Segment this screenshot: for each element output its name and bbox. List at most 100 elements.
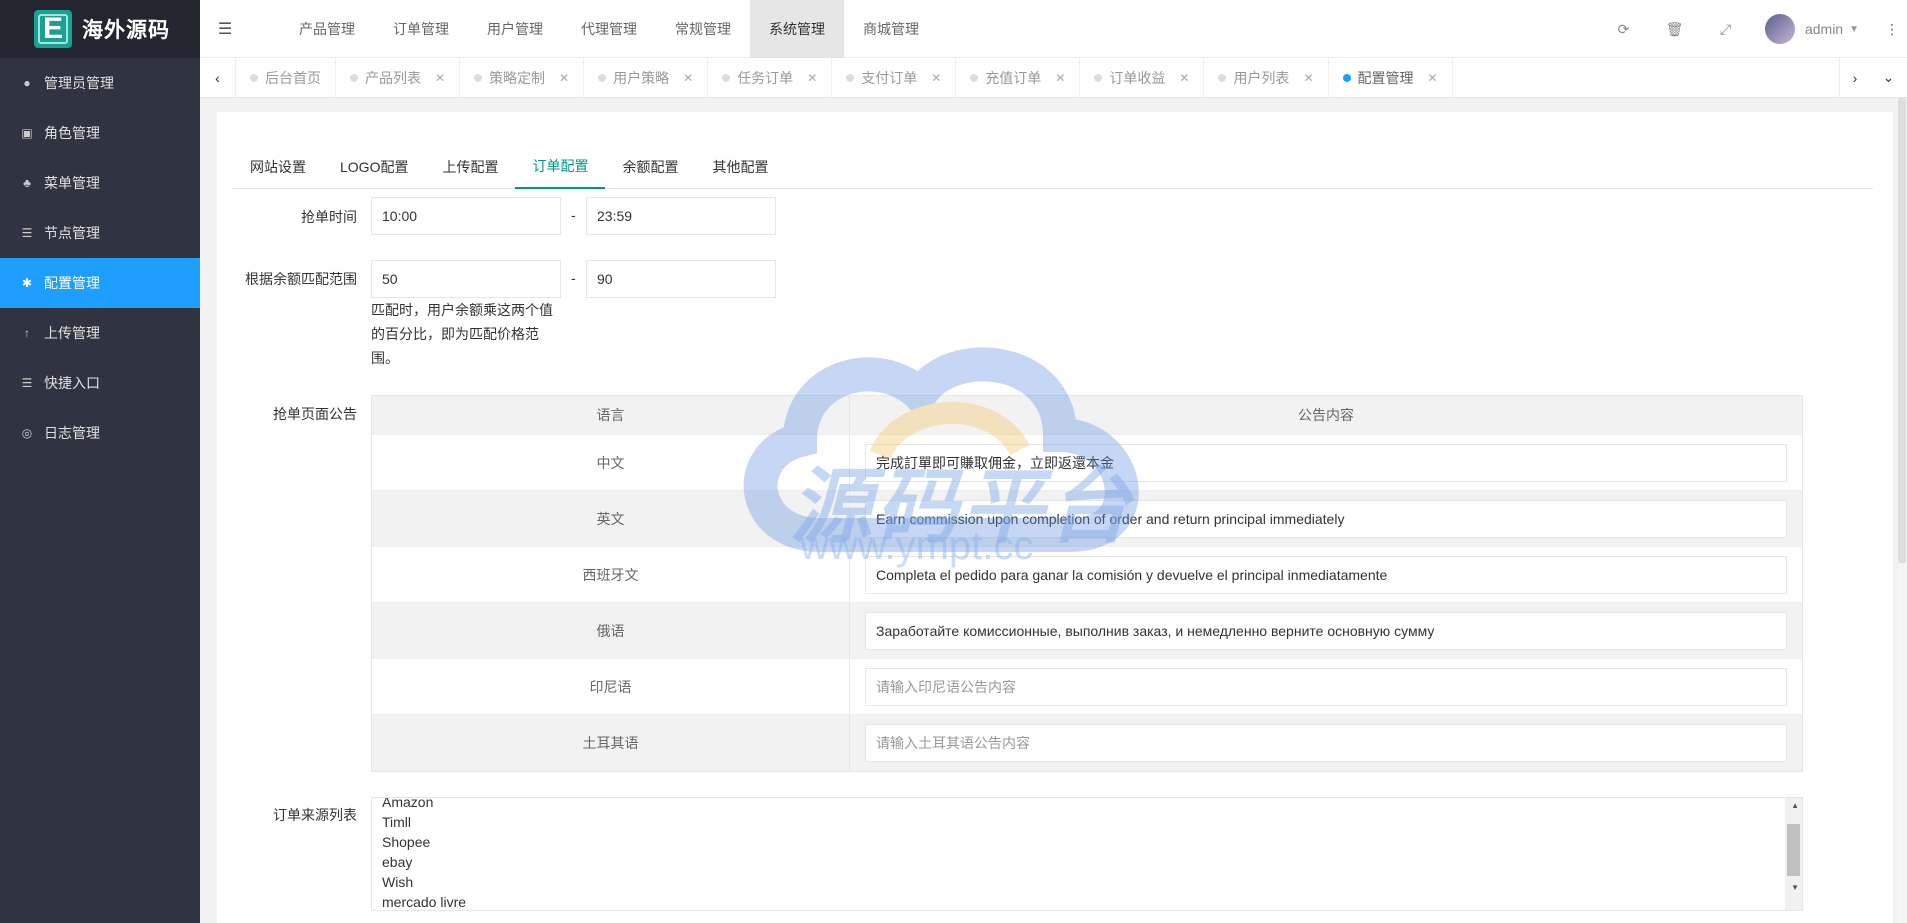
tab-status-dot (350, 73, 358, 82)
close-icon[interactable]: ✕ (559, 71, 569, 85)
grab-time-separator: - (571, 207, 576, 223)
tab-status-dot (1342, 73, 1351, 82)
sidebar-item-1[interactable]: ▣ 角色管理 (0, 108, 200, 158)
content-cell: 请输入土耳其语公告内容 (850, 715, 1802, 771)
page-tab[interactable]: 任务订单 ✕ (708, 57, 833, 98)
grab-time-end-input[interactable]: 23:59 (586, 197, 776, 235)
order-sources-label: 订单来源列表 (273, 807, 357, 823)
top-menu-item[interactable]: 商城管理 (844, 0, 938, 58)
config-tab[interactable]: 上传配置 (425, 144, 515, 189)
top-menu-item[interactable]: 代理管理 (562, 0, 656, 58)
textarea-scrollbar[interactable]: ▲ ▼ (1785, 798, 1802, 910)
order-source-line: ebay (382, 854, 413, 870)
list-icon: ☰ (21, 376, 33, 390)
balance-range-max-input[interactable]: 90 (586, 260, 776, 298)
page-tab[interactable]: 订单收益 ✕ (1080, 57, 1205, 98)
close-icon[interactable]: ✕ (683, 71, 693, 85)
tab-menu-chevron-icon[interactable]: ⌄ (1883, 69, 1895, 86)
balance-range-separator: - (571, 270, 576, 286)
config-tab[interactable]: 网站设置 (233, 144, 323, 189)
tab-status-dot (1218, 73, 1227, 82)
tab-label: 订单收益 (1109, 69, 1166, 86)
logo[interactable]: E 海外源码 (0, 0, 200, 58)
sidebar: E 海外源码 ● 管理员管理 ▣ 角色管理 ♣ 菜单管理 ☰ 节点管理 ✱ 配置管理 ↑ 上传管理 ☰ 快… (0, 0, 200, 923)
announcement-label: 抢单页面公告 (273, 406, 357, 422)
top-menu-item[interactable]: 产品管理 (280, 0, 374, 58)
page-tab[interactable]: 产品列表 ✕ (336, 57, 461, 98)
tab-scroll-right-icon[interactable]: › (1853, 70, 1858, 86)
user-icon: ● (23, 76, 31, 90)
top-menu: 产品管理 订单管理 用户管理 代理管理 常规管理 系统管理 商城管理 (280, 0, 938, 58)
user-name[interactable]: admin (1805, 21, 1843, 37)
close-icon[interactable]: ✕ (931, 71, 941, 85)
tab-label: 配置管理 (1357, 69, 1414, 86)
top-menu-item[interactable]: 系统管理 (750, 0, 844, 58)
close-icon[interactable]: ✕ (807, 71, 817, 85)
page-tab[interactable]: 配置管理 ✕ (1329, 57, 1453, 98)
config-tab[interactable]: 其他配置 (695, 144, 785, 189)
sidebar-item-4[interactable]: ✱ 配置管理 (0, 258, 200, 308)
sidebar-item-0[interactable]: ● 管理员管理 (0, 58, 200, 108)
config-tab[interactable]: 订单配置 (515, 144, 606, 189)
order-sources-lines: Amazon Timll Shopee ebay Wish mercado livre (382, 798, 466, 910)
more-icon[interactable]: ⋮ (1877, 21, 1907, 38)
close-icon[interactable]: ✕ (1179, 71, 1189, 85)
config-tab[interactable]: 余额配置 (605, 144, 695, 189)
announcement-input-empty[interactable]: 请输入土耳其语公告内容 (865, 724, 1787, 762)
sidebar-item-5[interactable]: ↑ 上传管理 (0, 308, 200, 358)
content-cell: Заработайте комиссионные, выполнив заказ… (850, 603, 1802, 658)
top-menu-item[interactable]: 用户管理 (468, 0, 562, 58)
sidebar-item-6[interactable]: ☰ 快捷入口 (0, 358, 200, 408)
refresh-icon[interactable]: ⟳ (1598, 0, 1649, 58)
tab-label: 充值订单 (985, 69, 1042, 86)
trash-icon[interactable]: 🗑 (1649, 0, 1700, 58)
balance-range-min-input[interactable]: 50 (371, 260, 561, 298)
announcement-input-empty[interactable]: 请输入印尼语公告内容 (865, 667, 1787, 706)
top-menu-item[interactable]: 订单管理 (374, 0, 468, 58)
page-tab[interactable]: 后台首页 (236, 57, 336, 98)
sidebar-item-7[interactable]: ◎ 日志管理 (0, 408, 200, 458)
page-tabs: 后台首页 产品列表 ✕ 策略定制 ✕ 用户策略 ✕ 任务订单 ✕ 支付订单 ✕ 充值订单 ✕ 订单收益 ✕ 用… (236, 57, 1453, 98)
sidebar-item-label: 管理员管理 (44, 75, 114, 91)
menu-toggle-icon[interactable]: ☰ (200, 0, 250, 58)
column-header-language: 语言 (372, 396, 850, 434)
grab-time-label: 抢单时间 (301, 209, 357, 225)
close-icon[interactable]: ✕ (1303, 71, 1313, 85)
close-icon[interactable]: ✕ (1055, 71, 1065, 85)
page-tab[interactable]: 支付订单 ✕ (832, 57, 957, 98)
scroll-down-icon[interactable]: ▼ (1791, 883, 1799, 892)
page-scrollbar-thumb[interactable] (1898, 98, 1906, 563)
role-icon: ▣ (21, 126, 33, 140)
sidebar-item-label: 快捷入口 (44, 375, 100, 391)
order-sources-textarea[interactable]: Amazon Timll Shopee ebay Wish mercado livre ▲… (371, 797, 1803, 911)
table-header: 语言 公告内容 (372, 396, 1802, 435)
grab-time-start-input[interactable]: 10:00 (371, 197, 561, 235)
sidebar-item-3[interactable]: ☰ 节点管理 (0, 208, 200, 258)
tab-label: 策略定制 (489, 69, 546, 86)
language-cell: 俄语 (372, 603, 850, 658)
page-tab[interactable]: 用户策略 ✕ (584, 57, 709, 98)
sidebar-item-label: 角色管理 (44, 125, 100, 141)
sidebar-item-2[interactable]: ♣ 菜单管理 (0, 158, 200, 208)
tab-scroll-left-icon[interactable]: ‹ (200, 57, 236, 98)
column-header-content: 公告内容 (1298, 407, 1354, 423)
scrollbar-thumb[interactable] (1787, 824, 1800, 876)
close-icon[interactable]: ✕ (435, 71, 445, 85)
close-icon[interactable]: ✕ (1428, 71, 1438, 85)
list-icon: ☰ (21, 226, 33, 240)
page-tab[interactable]: 用户列表 ✕ (1204, 57, 1329, 98)
chevron-down-icon[interactable]: ▼ (1849, 24, 1859, 35)
config-tab[interactable]: LOGO配置 (323, 144, 425, 189)
page-tab[interactable]: 策略定制 ✕ (460, 57, 585, 98)
avatar[interactable] (1764, 14, 1795, 44)
fullscreen-icon[interactable]: ⤢ (1700, 0, 1751, 58)
content-cell: 请输入印尼语公告内容 (850, 659, 1802, 714)
page-tab[interactable]: 充值订单 ✕ (956, 57, 1081, 98)
scroll-up-icon[interactable]: ▲ (1791, 801, 1799, 810)
announcement-input[interactable]: Заработайте комиссионные, выполнив заказ… (865, 611, 1787, 650)
page-scrollbar[interactable] (1897, 98, 1907, 923)
table-row: 俄语 Заработайте комиссионные, выполнив зак… (372, 603, 1802, 659)
gear-icon: ✱ (21, 276, 33, 290)
top-menu-item[interactable]: 常规管理 (656, 0, 750, 58)
top-header: ☰ 产品管理 订单管理 用户管理 代理管理 常规管理 系统管理 商城管理 ⟳ 🗑 ⤢ adm… (200, 0, 1907, 58)
